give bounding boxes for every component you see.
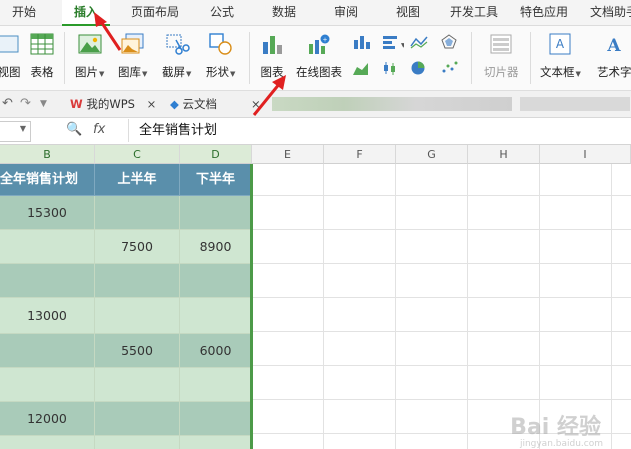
watermark-url: jingyan.baidu.com <box>519 439 603 449</box>
watermark-logo: Bai 经验 <box>510 415 601 440</box>
annotation-arrows <box>94 12 286 116</box>
